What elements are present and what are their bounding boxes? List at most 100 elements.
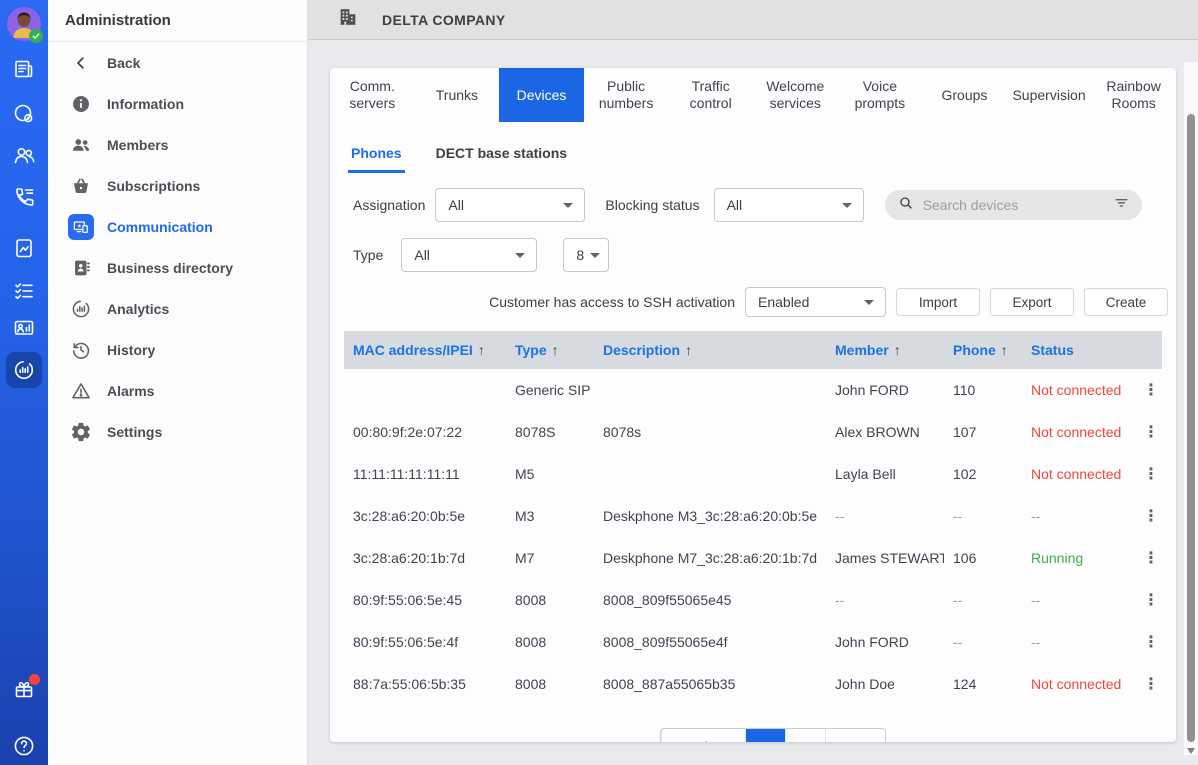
tab[interactable]: Voice prompts xyxy=(838,68,923,122)
cell-status: Not connected xyxy=(1022,382,1140,398)
assignation-select[interactable]: All xyxy=(435,188,585,222)
pagination-item[interactable]: Previous xyxy=(661,729,745,742)
type-select[interactable]: All xyxy=(401,238,537,272)
avatar[interactable] xyxy=(7,7,41,41)
page-size-select[interactable]: 8 xyxy=(563,238,609,272)
cell-member: John Doe xyxy=(826,676,944,692)
devices-table: MAC address/IPEI↑ Type↑ Description↑ Mem… xyxy=(344,331,1162,705)
help-icon[interactable] xyxy=(12,734,36,758)
gifts-icon[interactable] xyxy=(12,677,36,701)
kebab-menu-icon[interactable]: ⋮ xyxy=(1143,508,1159,525)
cell-member: John FORD xyxy=(826,382,944,398)
presentation-icon[interactable] xyxy=(12,317,36,341)
pagination-item[interactable]: 2 xyxy=(785,729,825,742)
sidebar-item-business-directory[interactable]: Business directory xyxy=(48,247,307,288)
tab-label: Trunks xyxy=(436,87,478,104)
sidebar-item-settings[interactable]: Settings xyxy=(48,411,307,452)
sidebar-item-communication[interactable]: Communication xyxy=(48,206,307,247)
ssh-access-select[interactable]: Enabled xyxy=(745,287,886,317)
search-box[interactable] xyxy=(885,190,1142,220)
column-type[interactable]: Type↑ xyxy=(506,342,594,358)
tasks-checklist-icon[interactable] xyxy=(12,279,36,303)
tab[interactable]: Welcome services xyxy=(753,68,838,122)
kebab-menu-icon[interactable]: ⋮ xyxy=(1143,592,1159,609)
tab[interactable]: Supervision xyxy=(1007,68,1092,122)
tab[interactable]: Public numbers xyxy=(584,68,669,122)
cell-status: -- xyxy=(1022,592,1140,608)
search-icon xyxy=(898,195,914,216)
subtab[interactable]: DECT base stations xyxy=(433,145,570,173)
sort-asc-icon: ↑ xyxy=(552,342,559,358)
chevron-down-icon xyxy=(590,253,600,258)
phone-log-icon[interactable] xyxy=(12,185,36,209)
scrollbar-down-arrow[interactable] xyxy=(1187,748,1195,754)
export-button[interactable]: Export xyxy=(990,288,1074,316)
table-row[interactable]: 88:7a:55:06:5b:35 8008 8008_887a55065b35… xyxy=(344,663,1162,705)
members-rail-icon[interactable] xyxy=(12,143,36,167)
tab[interactable]: Trunks xyxy=(415,68,500,122)
table-row[interactable]: 80:9f:55:06:5e:4f 8008 8008_809f55065e4f… xyxy=(344,621,1162,663)
assignation-label: Assignation xyxy=(353,197,425,213)
column-status[interactable]: Status xyxy=(1022,342,1140,358)
table-row[interactable]: Generic SIP John FORD 110 Not connected … xyxy=(344,369,1162,411)
search-input[interactable] xyxy=(923,197,1113,213)
tab-label: Rainbow Rooms xyxy=(1095,78,1172,112)
tab[interactable]: Rainbow Rooms xyxy=(1091,68,1176,122)
pagination-item[interactable]: Next xyxy=(825,729,885,742)
subtab[interactable]: Phones xyxy=(348,145,405,173)
kebab-menu-icon[interactable]: ⋮ xyxy=(1143,382,1159,399)
kebab-menu-icon[interactable]: ⋮ xyxy=(1143,676,1159,693)
sidebar-item-subscriptions[interactable]: Subscriptions xyxy=(48,165,307,206)
sidebar-item-alarms[interactable]: Alarms xyxy=(48,370,307,411)
kebab-menu-icon[interactable]: ⋮ xyxy=(1143,424,1159,441)
tab[interactable]: Comm. servers xyxy=(330,68,415,122)
sidebar-item-members[interactable]: Members xyxy=(48,124,307,165)
table-row[interactable]: 3c:28:a6:20:1b:7d M7 Deskphone M7_3c:28:… xyxy=(344,537,1162,579)
table-row[interactable]: 11:11:11:11:11:11 M5 Layla Bell 102 Not … xyxy=(344,453,1162,495)
cell-type: 8008 xyxy=(506,676,594,692)
create-button[interactable]: Create xyxy=(1084,288,1168,316)
tab-label: Groups xyxy=(941,87,987,104)
dial-icon[interactable] xyxy=(12,102,36,126)
table-row[interactable]: 3c:28:a6:20:0b:5e M3 Deskphone M3_3c:28:… xyxy=(344,495,1162,537)
filter-icon[interactable] xyxy=(1113,194,1130,216)
kebab-menu-icon[interactable]: ⋮ xyxy=(1143,466,1159,483)
scrollbar-thumb[interactable] xyxy=(1187,114,1195,742)
scrollbar[interactable] xyxy=(1184,62,1198,755)
import-button[interactable]: Import xyxy=(896,288,980,316)
table-row[interactable]: 80:9f:55:06:5e:45 8008 8008_809f55065e45… xyxy=(344,579,1162,621)
tab[interactable]: Devices xyxy=(499,68,584,122)
news-icon[interactable] xyxy=(12,57,36,81)
sidebar-item-back[interactable]: Back xyxy=(48,42,307,83)
tab[interactable]: Groups xyxy=(922,68,1007,122)
cell-type: M7 xyxy=(506,550,594,566)
cell-type: 8078S xyxy=(506,424,594,440)
column-description[interactable]: Description↑ xyxy=(594,342,826,358)
document-chart-icon[interactable] xyxy=(12,236,36,260)
pagination-item[interactable]: 1 xyxy=(745,729,785,742)
kebab-menu-icon[interactable]: ⋮ xyxy=(1143,550,1159,567)
column-phone[interactable]: Phone↑ xyxy=(944,342,1022,358)
table-row[interactable]: 00:80:9f:2e:07:22 8078S 8078s Alex BROWN… xyxy=(344,411,1162,453)
cell-description: Deskphone M7_3c:28:a6:20:1b:7d xyxy=(594,550,826,566)
column-member[interactable]: Member↑ xyxy=(826,342,944,358)
column-mac[interactable]: MAC address/IPEI↑ xyxy=(344,342,506,358)
sidebar-item-information[interactable]: Information xyxy=(48,83,307,124)
pagination-label: 2 xyxy=(802,739,809,743)
kebab-menu-icon[interactable]: ⋮ xyxy=(1143,634,1159,651)
tab[interactable]: Traffic control xyxy=(668,68,753,122)
cell-description: 8078s xyxy=(594,424,826,440)
sidebar-item-analytics[interactable]: Analytics xyxy=(48,288,307,329)
cell-status: -- xyxy=(1022,508,1140,524)
blocking-status-select[interactable]: All xyxy=(714,188,864,222)
ssh-access-value: Enabled xyxy=(758,294,809,310)
cell-type: M3 xyxy=(506,508,594,524)
subtab-bar: Phones DECT base stations xyxy=(348,145,1176,173)
cell-status: Running xyxy=(1022,550,1140,566)
devices-card: Comm. servers Trunks Devices Public numb… xyxy=(330,68,1176,742)
cell-member: -- xyxy=(826,508,944,524)
sidebar-item-history[interactable]: History xyxy=(48,329,307,370)
analytics-rail-icon[interactable] xyxy=(12,358,36,382)
cell-mac: 00:80:9f:2e:07:22 xyxy=(344,424,506,440)
cell-phone: 106 xyxy=(944,550,1022,566)
